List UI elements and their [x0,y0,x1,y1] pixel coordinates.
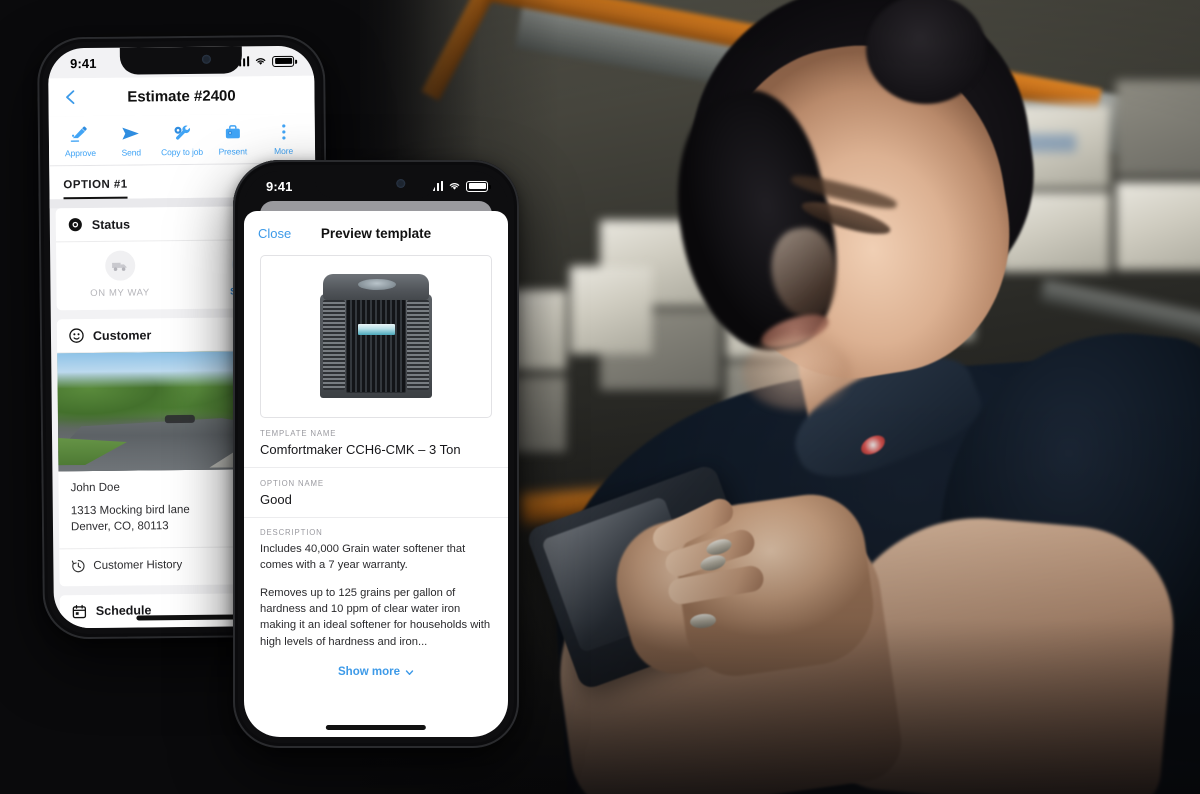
field-label-template-name: TEMPLATE NAME [260,429,337,438]
more-vertical-icon [273,122,293,142]
address-line-2: Denver, CO, 80113 [70,520,169,534]
clock-history-icon [71,559,85,572]
signature-pen-icon [70,124,90,144]
notch [315,171,437,198]
close-button[interactable]: Close [258,226,291,241]
battery-icon [272,55,295,67]
hvac-vent-right [407,299,429,390]
status-bar-icons [428,180,491,192]
preview-template-modal: Close Preview template TEMPLATE NAME Com… [244,211,508,737]
hvac-fan-grill [358,278,396,290]
toolbar-item-copy-to-job[interactable]: Copy to job [156,123,207,158]
toolbar-item-more[interactable]: More [258,122,309,157]
show-more-label: Show more [338,666,400,679]
field-template-name: TEMPLATE NAME Comfortmaker CCH6-CMK – 3 … [244,418,508,468]
modal-header: Close Preview template [244,211,508,255]
customer-face-icon [69,328,84,343]
action-on-my-way[interactable]: ON MY WAY [56,250,183,299]
navigation-bar: Estimate #2400 [48,75,315,117]
briefcase-icon [223,122,243,142]
field-label-option-name: OPTION NAME [260,479,324,488]
customer-label: Customer [92,327,152,343]
home-indicator [325,725,427,730]
action-toolbar: Approve Send Copy to job Present More [48,113,316,167]
product-image-frame [260,255,492,418]
front-camera-icon [396,179,406,188]
phone-mockup-preview-template: 9:41 Close Preview template TEMPLATE NAM… [233,160,519,748]
toolbar-label-more: More [274,145,294,157]
hvac-brand-badge [358,323,395,335]
truck-icon [104,250,135,281]
address-line-1: 1313 Mocking bird lane [70,503,190,518]
description-paragraph-2: Removes up to 125 grains per gallon of h… [260,586,491,648]
customer-history-label: Customer History [93,558,183,572]
wifi-icon [449,183,460,190]
paper-plane-icon [121,123,141,143]
status-bar-icons [234,55,295,67]
toolbar-item-approve[interactable]: Approve [55,124,106,159]
hvac-grille [346,298,406,393]
modal-body: TEMPLATE NAME Comfortmaker CCH6-CMK – 3 … [244,255,508,737]
status-card-title-group: Status [68,217,130,233]
action-label-on-my-way: ON MY WAY [90,287,150,299]
toolbar-item-send[interactable]: Send [106,123,157,158]
promo-composite: 9:41 Estimate #2400 Approve Send Copy to… [0,0,1200,794]
phone-two-screen: 9:41 Close Preview template TEMPLATE NAM… [244,171,508,737]
street-car [164,414,196,423]
chevron-left-icon[interactable] [62,89,78,105]
customer-card-title-group: Customer [69,327,151,343]
home-indicator [136,614,238,621]
chevron-down-icon [405,669,414,675]
field-option-name: OPTION NAME Good [244,468,508,518]
description-paragraph-1: Includes 40,000 Grain water softener tha… [260,543,466,572]
wifi-icon [255,58,266,65]
calendar-icon [72,604,87,618]
toolbar-label-present: Present [218,146,248,157]
status-label: Status [91,217,131,232]
show-more-button[interactable]: Show more [244,650,508,692]
page-title: Estimate #2400 [127,86,236,106]
wrench-gear-icon [172,123,192,143]
tab-option-1[interactable]: OPTION #1 [63,178,128,200]
field-value-option-name: Good [260,492,292,507]
battery-icon [466,180,491,192]
toolbar-item-present[interactable]: Present [207,122,258,157]
front-camera-icon [201,54,211,64]
toolbar-label-approve: Approve [64,147,96,159]
status-bar-time: 9:41 [70,55,97,71]
toolbar-label-copy-to-job: Copy to job [161,146,204,158]
status-bar-time: 9:41 [266,178,293,194]
hvac-condenser-image [320,273,432,400]
toolbar-label-send: Send [121,147,142,158]
field-label-description: DESCRIPTION [260,528,323,537]
status-target-icon [68,218,82,232]
notch [119,46,243,75]
hvac-vent-left [323,299,345,390]
description-section: DESCRIPTION Includes 40,000 Grain water … [244,518,508,650]
field-value-template-name: Comfortmaker CCH6-CMK – 3 Ton [260,442,461,457]
